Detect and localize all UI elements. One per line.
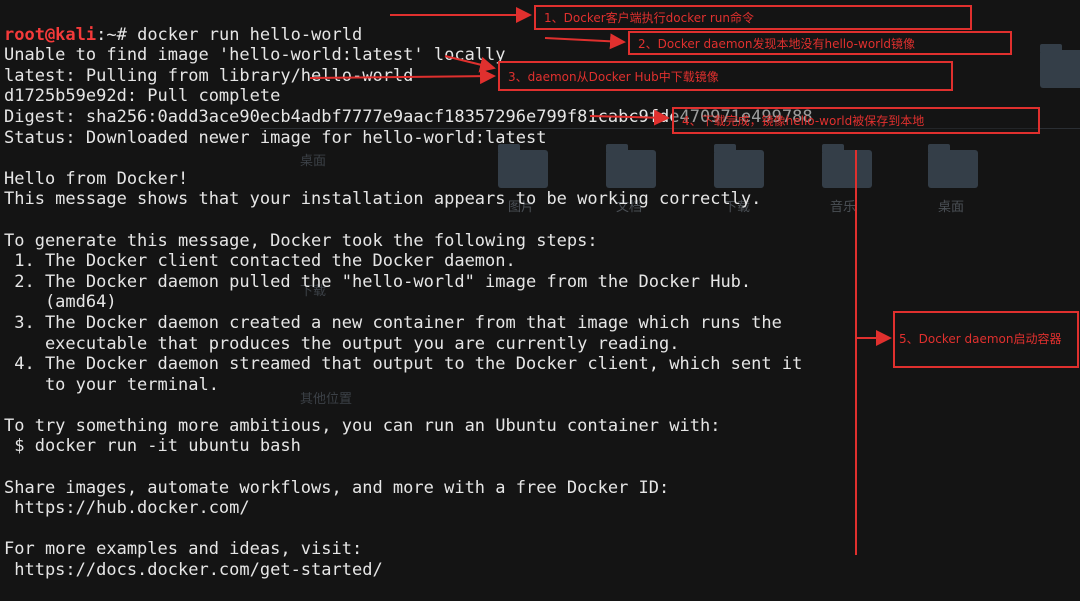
arrow-3a xyxy=(444,55,496,73)
annotation-step-3: 3、daemon从Docker Hub中下载镜像 xyxy=(498,61,953,91)
annotation-text: 3、daemon从Docker Hub中下载镜像 xyxy=(508,69,719,84)
arrow-4 xyxy=(589,109,670,126)
arrow-3b xyxy=(309,68,496,85)
annotation-text: 5、Docker daemon启动容器 xyxy=(899,332,1062,346)
annotation-step-4: 4、下载完成，镜像hello-world被保存到本地 xyxy=(672,107,1040,134)
annotation-text: 1、Docker客户端执行docker run命令 xyxy=(544,11,755,25)
annotation-text: 2、Docker daemon发现本地没有hello-world镜像 xyxy=(638,36,916,51)
annotation-step-2: 2、Docker daemon发现本地没有hello-world镜像 xyxy=(628,31,1012,55)
annotation-step-1: 1、Docker客户端执行docker run命令 xyxy=(534,5,972,30)
arrow-2 xyxy=(544,33,626,50)
annotation-step-5: 5、Docker daemon启动容器 xyxy=(893,311,1079,368)
annotation-text: 4、下载完成，镜像hello-world被保存到本地 xyxy=(682,114,925,128)
